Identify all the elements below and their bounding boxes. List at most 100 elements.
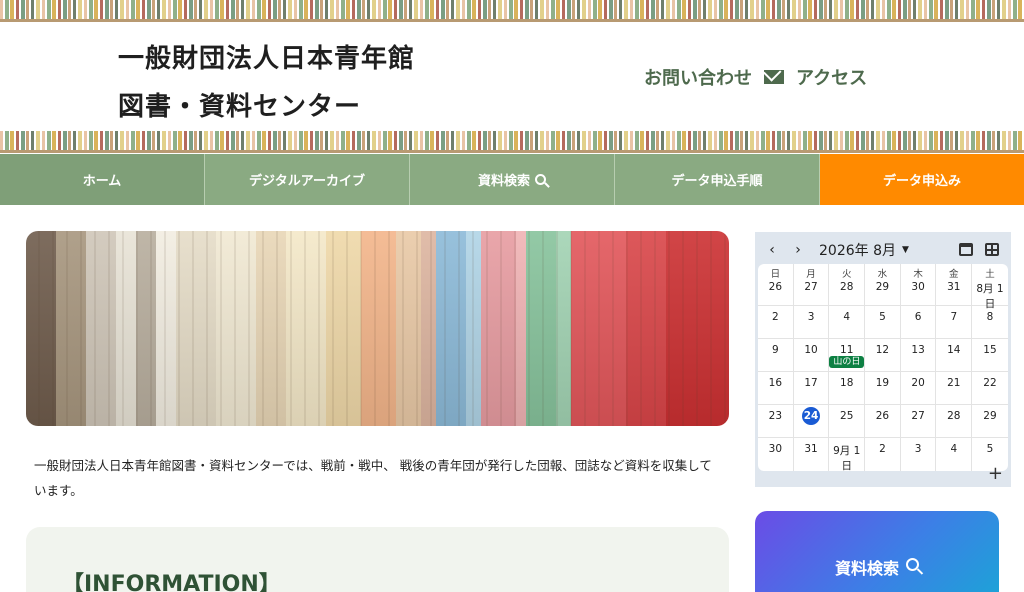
calendar-day[interactable]: 7 xyxy=(936,306,973,338)
day-number: 31 xyxy=(804,443,818,455)
day-number: 12 xyxy=(875,344,890,356)
calendar-day[interactable]: 20 xyxy=(901,372,937,404)
day-number: 26 xyxy=(768,281,783,293)
calendar-day[interactable]: 2 xyxy=(865,438,901,471)
calendar-week: 30 31 9月 1日 2 3 4 5 xyxy=(758,438,1008,471)
calendar-day[interactable]: 6 xyxy=(901,306,937,338)
day-number: 8 xyxy=(986,311,994,323)
day-number: 20 xyxy=(911,377,925,389)
weekday-label: 木 xyxy=(913,269,923,280)
calendar-day[interactable]: 29 xyxy=(972,405,1008,437)
nav-data-request[interactable]: データ申込み xyxy=(820,154,1024,205)
day-number: 17 xyxy=(804,377,818,389)
day-number: 19 xyxy=(875,377,890,389)
nav-data-request-label: データ申込み xyxy=(882,174,961,189)
holiday-event[interactable]: 山の日 xyxy=(829,356,865,368)
calendar-day[interactable]: 火 28 xyxy=(829,264,866,305)
day-number: 2 xyxy=(772,311,779,323)
chevron-down-icon[interactable]: ▼ xyxy=(902,245,909,255)
add-event-icon[interactable]: + xyxy=(988,465,1003,483)
day-number: 27 xyxy=(911,410,925,422)
mail-icon[interactable] xyxy=(764,70,784,84)
calendar-day[interactable]: 2 xyxy=(758,306,794,338)
day-number: 31 xyxy=(947,281,961,293)
day-number: 29 xyxy=(983,410,997,422)
day-number: 13 xyxy=(911,344,925,356)
access-link[interactable]: アクセス xyxy=(796,64,867,90)
day-number: 23 xyxy=(768,410,783,422)
nav-home[interactable]: ホーム xyxy=(0,154,205,205)
weekday-label: 水 xyxy=(877,269,888,280)
day-number: 30 xyxy=(911,281,925,293)
calendar-day[interactable]: 3 xyxy=(794,306,830,338)
calendar-day[interactable]: 27 xyxy=(901,405,937,437)
calendar-grid: 日 26 月 27 火 28 水 29 木 30 金 31 土 8月 1日 2 3 4 5 6… xyxy=(758,264,1008,471)
calendar-day[interactable]: 23 xyxy=(758,405,794,437)
calendar-day[interactable]: 4 xyxy=(936,438,973,471)
calendar-day[interactable]: 11 山の日 xyxy=(829,339,866,371)
calendar-day[interactable]: 4 xyxy=(829,306,866,338)
calendar-day[interactable]: 木 30 xyxy=(901,264,937,305)
day-number: 29 xyxy=(875,281,890,293)
bookshelf-border-top xyxy=(0,0,1024,22)
calendar-day[interactable]: 30 xyxy=(758,438,794,471)
calendar-day[interactable]: 5 xyxy=(865,306,901,338)
day-number: 3 xyxy=(807,311,815,323)
calendar-day[interactable]: 21 xyxy=(936,372,973,404)
nav-data-request-steps[interactable]: データ申込手順 xyxy=(615,154,820,205)
calendar-day[interactable]: 12 xyxy=(865,339,901,371)
calendar-day[interactable]: 22 xyxy=(972,372,1008,404)
month-view-icon[interactable] xyxy=(985,243,999,256)
calendar-week: 16 17 18 19 20 21 22 xyxy=(758,372,1008,405)
day-number: 2 xyxy=(879,443,886,455)
day-number: 9 xyxy=(772,344,779,356)
calendar-day-today[interactable]: 24 xyxy=(794,405,830,437)
calendar-day[interactable]: 14 xyxy=(936,339,973,371)
calendar-month-label[interactable]: 2026年 8月 xyxy=(819,240,896,260)
weekday-label: 金 xyxy=(949,269,959,280)
calendar-day[interactable]: 10 xyxy=(794,339,830,371)
calendar-day[interactable]: 25 xyxy=(829,405,866,437)
nav-digital-archive[interactable]: デジタルアーカイブ xyxy=(205,154,410,205)
site-title-line2[interactable]: 図書・資料センター xyxy=(118,86,361,123)
calendar-day[interactable]: 18 xyxy=(829,372,866,404)
calendar-day[interactable]: 金 31 xyxy=(936,264,973,305)
calendar-day[interactable]: 31 xyxy=(794,438,830,471)
nav-home-label: ホーム xyxy=(82,174,122,189)
prev-month-icon[interactable]: ‹ xyxy=(763,242,781,258)
search-banner-button[interactable]: 資料検索 xyxy=(755,511,999,592)
calendar-day[interactable]: 26 xyxy=(865,405,901,437)
calendar-day[interactable]: 9 xyxy=(758,339,794,371)
calendar-day[interactable]: 水 29 xyxy=(865,264,901,305)
day-number: 22 xyxy=(983,377,997,389)
calendar-day[interactable]: 日 26 xyxy=(758,264,794,305)
site-title-line1[interactable]: 一般財団法人日本青年館 xyxy=(118,38,415,75)
calendar-day[interactable]: 土 8月 1日 xyxy=(972,264,1008,310)
calendar-week: 2 3 4 5 6 7 8 xyxy=(758,306,1008,339)
calendar-day[interactable]: 15 xyxy=(972,339,1008,371)
calendar-day[interactable]: 28 xyxy=(936,405,973,437)
day-number: 4 xyxy=(950,443,958,455)
nav-digital-archive-label: デジタルアーカイブ xyxy=(249,174,365,189)
next-month-icon[interactable]: › xyxy=(789,242,807,258)
calendar-header: ‹ › 2026年 8月 ▼ xyxy=(763,240,1003,260)
day-number: 25 xyxy=(840,410,854,422)
weekday-label: 土 xyxy=(985,269,995,280)
contact-link[interactable]: お問い合わせ xyxy=(644,64,752,90)
day-view-icon[interactable] xyxy=(959,243,973,256)
calendar-day[interactable]: 17 xyxy=(794,372,830,404)
calendar-day[interactable]: 16 xyxy=(758,372,794,404)
calendar-day[interactable]: 3 xyxy=(901,438,937,471)
day-number: 5 xyxy=(879,311,886,323)
day-number: 7 xyxy=(950,311,958,323)
information-title: 【INFORMATION】 xyxy=(62,572,281,592)
calendar-day[interactable]: 9月 1日 xyxy=(829,438,866,471)
calendar-day[interactable]: 13 xyxy=(901,339,937,371)
header-links: お問い合わせ アクセス xyxy=(644,64,867,90)
calendar-day[interactable]: 月 27 xyxy=(794,264,830,305)
calendar-day[interactable]: 19 xyxy=(865,372,901,404)
calendar-day[interactable]: 8 xyxy=(972,306,1008,338)
weekday-label: 火 xyxy=(841,269,852,280)
nav-search[interactable]: 資料検索 xyxy=(410,154,615,205)
day-number: 30 xyxy=(768,443,783,455)
